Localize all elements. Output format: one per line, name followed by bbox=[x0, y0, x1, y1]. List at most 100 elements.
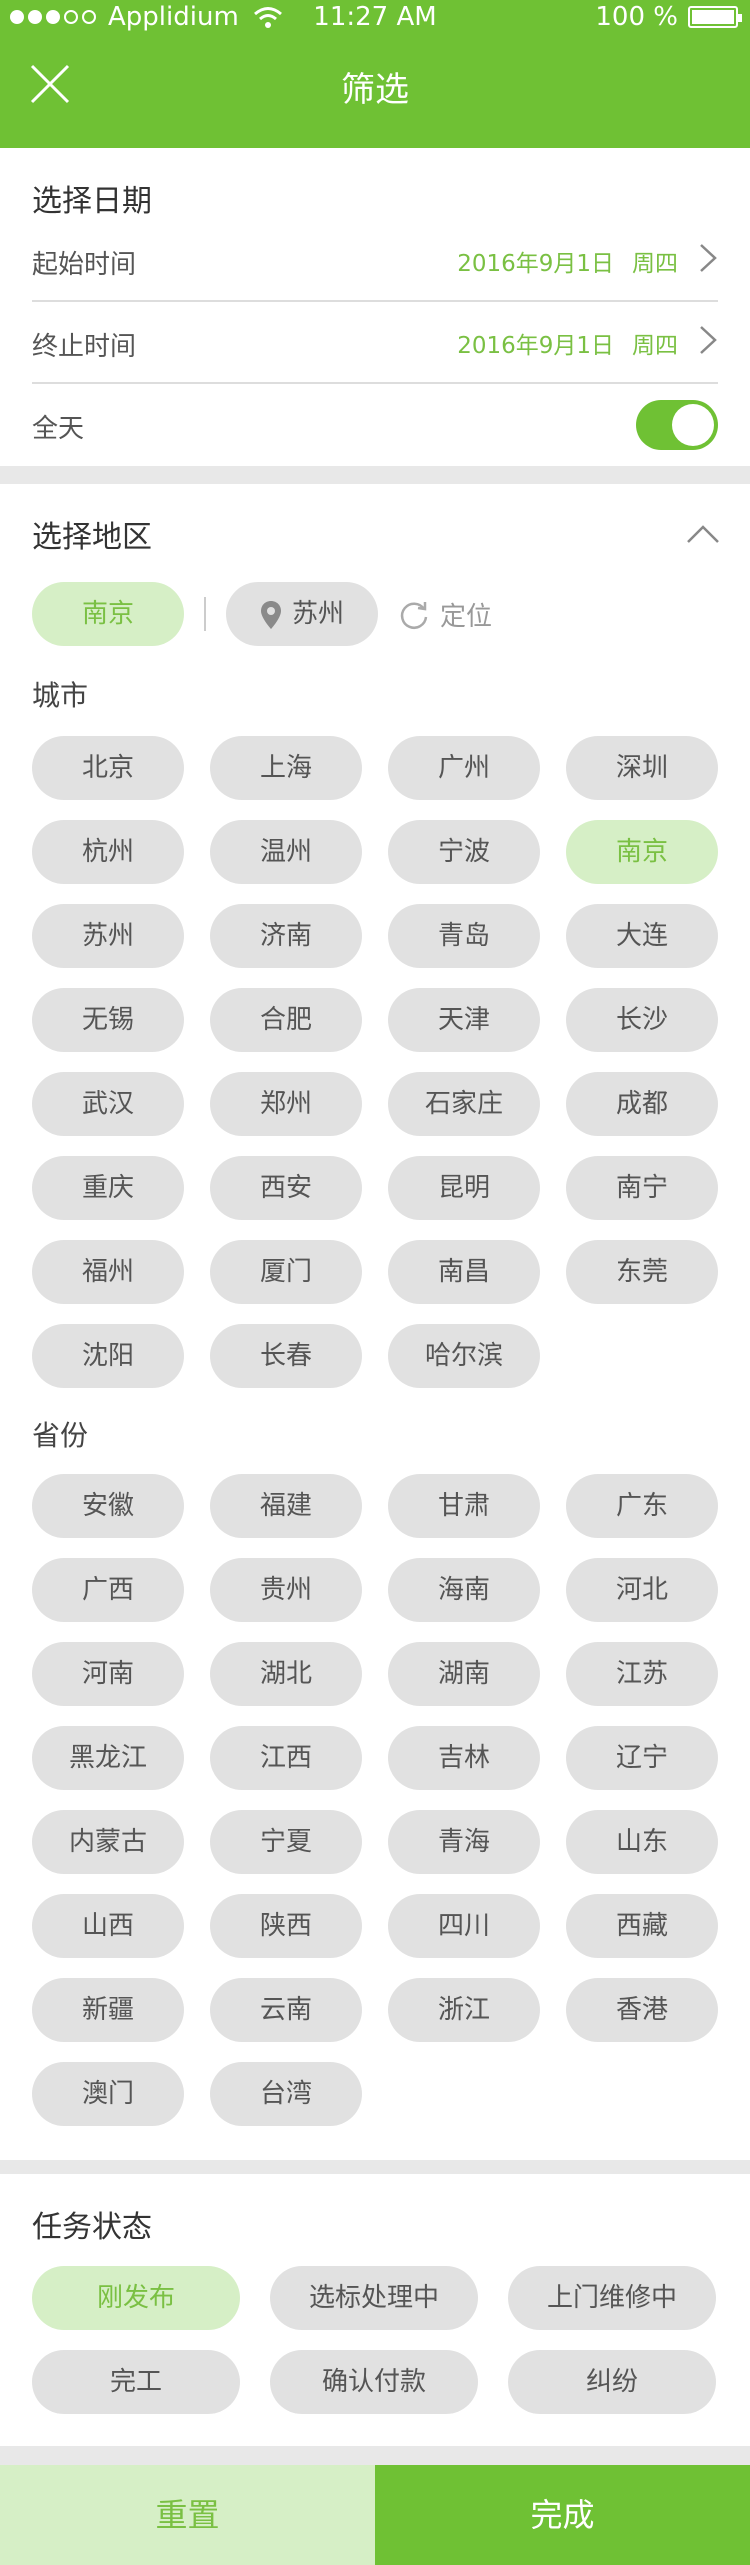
city-chip[interactable]: 西安 bbox=[210, 1156, 362, 1220]
locate-label: 定位 bbox=[440, 602, 493, 632]
province-chip[interactable]: 内蒙古 bbox=[32, 1810, 184, 1874]
city-chip[interactable]: 哈尔滨 bbox=[388, 1324, 540, 1388]
city-chip[interactable]: 东莞 bbox=[566, 1240, 718, 1304]
city-chip[interactable]: 无锡 bbox=[32, 988, 184, 1052]
region-section-heading: 选择地区 bbox=[32, 520, 152, 555]
province-chip[interactable]: 安徽 bbox=[32, 1474, 184, 1538]
status-chip[interactable]: 完工 bbox=[32, 2350, 240, 2414]
start-weekday: 周四 bbox=[632, 251, 678, 277]
province-chip[interactable]: 江西 bbox=[210, 1726, 362, 1790]
city-chip[interactable]: 长沙 bbox=[566, 988, 718, 1052]
task-status-section: 任务状态 刚发布 选标处理中 上门维修中 完工 确认付款 纠纷 bbox=[0, 2174, 750, 2446]
province-chip[interactable]: 贵州 bbox=[210, 1558, 362, 1622]
city-chip[interactable]: 深圳 bbox=[566, 736, 718, 800]
province-chip[interactable]: 青海 bbox=[388, 1810, 540, 1874]
province-chip[interactable]: 山东 bbox=[566, 1810, 718, 1874]
done-button[interactable]: 完成 bbox=[375, 2465, 750, 2565]
province-chip[interactable]: 四川 bbox=[388, 1894, 540, 1958]
city-chip[interactable]: 大连 bbox=[566, 904, 718, 968]
province-chip[interactable]: 黑龙江 bbox=[32, 1726, 184, 1790]
city-chip[interactable]: 济南 bbox=[210, 904, 362, 968]
reset-button[interactable]: 重置 bbox=[0, 2465, 375, 2565]
city-chip[interactable]: 北京 bbox=[32, 736, 184, 800]
chevron-right-icon bbox=[700, 326, 717, 354]
city-chip[interactable]: 温州 bbox=[210, 820, 362, 884]
page-title: 筛选 bbox=[341, 70, 409, 110]
city-chip[interactable]: 合肥 bbox=[210, 988, 362, 1052]
selected-city-chip[interactable]: 南京 bbox=[32, 582, 184, 646]
start-date: 2016年9月1日 bbox=[457, 251, 614, 277]
province-chip[interactable]: 西藏 bbox=[566, 1894, 718, 1958]
province-chip[interactable]: 澳门 bbox=[32, 2062, 184, 2126]
current-location-chip[interactable]: 苏州 bbox=[226, 582, 378, 646]
province-chip[interactable]: 台湾 bbox=[210, 2062, 362, 2126]
end-time-value: 2016年9月1日 周四 bbox=[457, 326, 678, 360]
city-chip[interactable]: 南昌 bbox=[388, 1240, 540, 1304]
province-chip[interactable]: 海南 bbox=[388, 1558, 540, 1622]
province-chip[interactable]: 香港 bbox=[566, 1978, 718, 2042]
city-chip[interactable]: 上海 bbox=[210, 736, 362, 800]
allday-row: 全天 bbox=[32, 384, 718, 466]
province-chip[interactable]: 福建 bbox=[210, 1474, 362, 1538]
province-chip[interactable]: 浙江 bbox=[388, 1978, 540, 2042]
province-chip[interactable]: 广西 bbox=[32, 1558, 184, 1622]
city-chip[interactable]: 石家庄 bbox=[388, 1072, 540, 1136]
current-city-label: 苏州 bbox=[291, 599, 344, 629]
province-chip[interactable]: 辽宁 bbox=[566, 1726, 718, 1790]
status-chip[interactable]: 刚发布 bbox=[32, 2266, 240, 2330]
city-chip[interactable]: 成都 bbox=[566, 1072, 718, 1136]
status-bar: Applidium 11:27 AM 100 % bbox=[0, 0, 750, 38]
city-chip[interactable]: 郑州 bbox=[210, 1072, 362, 1136]
chevron-right-icon bbox=[700, 244, 717, 272]
city-chip[interactable]: 沈阳 bbox=[32, 1324, 184, 1388]
city-chip[interactable]: 南京 bbox=[566, 820, 718, 884]
province-chip[interactable]: 宁夏 bbox=[210, 1810, 362, 1874]
status-chip[interactable]: 纠纷 bbox=[508, 2350, 716, 2414]
province-chip[interactable]: 山西 bbox=[32, 1894, 184, 1958]
end-date: 2016年9月1日 bbox=[457, 333, 614, 359]
city-chip[interactable]: 苏州 bbox=[32, 904, 184, 968]
province-chip[interactable]: 广东 bbox=[566, 1474, 718, 1538]
city-chip[interactable]: 天津 bbox=[388, 988, 540, 1052]
city-chip[interactable]: 青岛 bbox=[388, 904, 540, 968]
province-chip[interactable]: 河南 bbox=[32, 1642, 184, 1706]
city-chip[interactable]: 杭州 bbox=[32, 820, 184, 884]
start-time-value: 2016年9月1日 周四 bbox=[457, 244, 678, 278]
bottom-action-bar: 重置 完成 bbox=[0, 2465, 750, 2565]
city-chip[interactable]: 昆明 bbox=[388, 1156, 540, 1220]
province-chip[interactable]: 新疆 bbox=[32, 1978, 184, 2042]
status-chip[interactable]: 确认付款 bbox=[270, 2350, 478, 2414]
end-weekday: 周四 bbox=[632, 333, 678, 359]
refresh-icon bbox=[400, 601, 428, 629]
region-section: 选择地区 南京 苏州 定位 城市 北京 上海 广州 深圳 杭州 温州 宁波 南京 苏州 济南 青岛大… bbox=[0, 484, 750, 2160]
city-chip[interactable]: 广州 bbox=[388, 736, 540, 800]
city-chip[interactable]: 长春 bbox=[210, 1324, 362, 1388]
status-chip[interactable]: 上门维修中 bbox=[508, 2266, 716, 2330]
start-time-label: 起始时间 bbox=[32, 250, 137, 280]
end-time-label: 终止时间 bbox=[32, 332, 137, 362]
end-time-row[interactable]: 终止时间 2016年9月1日 周四 bbox=[32, 302, 718, 384]
city-chip[interactable]: 厦门 bbox=[210, 1240, 362, 1304]
locate-button[interactable]: 定位 bbox=[398, 596, 492, 633]
city-chip[interactable]: 重庆 bbox=[32, 1156, 184, 1220]
status-chip[interactable]: 选标处理中 bbox=[270, 2266, 478, 2330]
province-chip[interactable]: 云南 bbox=[210, 1978, 362, 2042]
city-chip[interactable]: 南宁 bbox=[566, 1156, 718, 1220]
province-chip[interactable]: 陕西 bbox=[210, 1894, 362, 1958]
city-chip[interactable]: 武汉 bbox=[32, 1072, 184, 1136]
province-chip[interactable]: 河北 bbox=[566, 1558, 718, 1622]
nav-header: Applidium 11:27 AM 100 % 筛选 bbox=[0, 0, 750, 148]
province-chip[interactable]: 湖南 bbox=[388, 1642, 540, 1706]
city-chip[interactable]: 宁波 bbox=[388, 820, 540, 884]
battery-icon bbox=[688, 6, 742, 28]
battery-percent: 100 % bbox=[595, 2, 678, 32]
province-chip[interactable]: 甘肃 bbox=[388, 1474, 540, 1538]
province-chip[interactable]: 江苏 bbox=[566, 1642, 718, 1706]
province-chip[interactable]: 吉林 bbox=[388, 1726, 540, 1790]
allday-label: 全天 bbox=[32, 414, 85, 444]
allday-toggle[interactable] bbox=[636, 400, 718, 450]
province-chip[interactable]: 湖北 bbox=[210, 1642, 362, 1706]
chevron-up-icon[interactable] bbox=[686, 524, 720, 544]
start-time-row[interactable]: 起始时间 2016年9月1日 周四 bbox=[32, 220, 718, 302]
city-chip[interactable]: 福州 bbox=[32, 1240, 184, 1304]
